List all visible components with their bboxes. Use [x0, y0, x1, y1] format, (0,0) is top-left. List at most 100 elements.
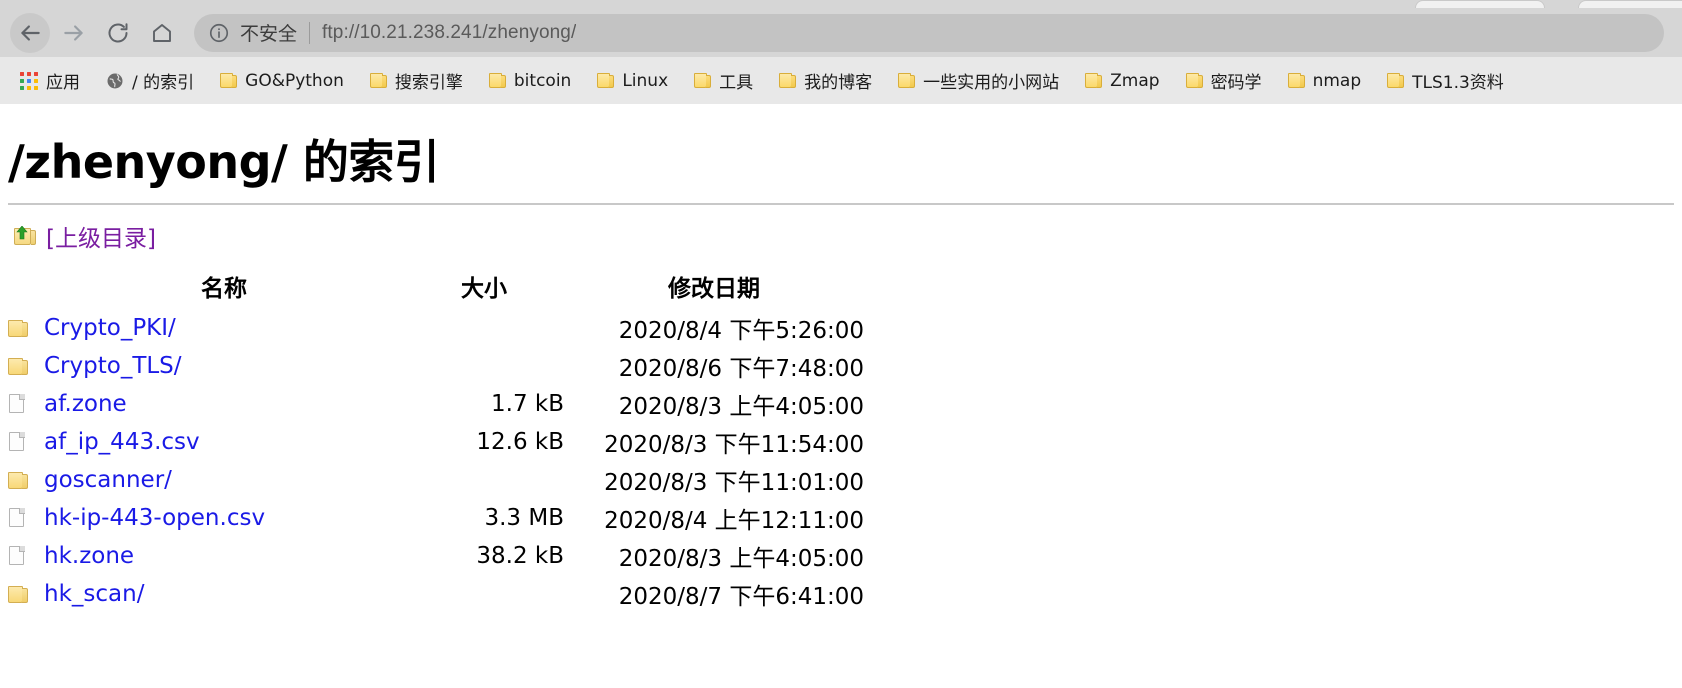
tab-fragment[interactable]	[1415, 0, 1545, 8]
bookmark-useful-sites[interactable]: 一些实用的小网站	[892, 66, 1065, 96]
home-icon	[150, 21, 174, 45]
reload-button[interactable]	[98, 13, 138, 53]
row-date-cell: 2020/8/7 下午6:41:00	[618, 583, 864, 610]
page-title: /zhenyong/ 的索引	[8, 135, 440, 189]
info-circle-icon[interactable]	[208, 22, 230, 44]
table-header-row: 名称 大小 修改日期	[8, 269, 864, 309]
omnibox-separator	[309, 21, 311, 44]
bookmark-tls13-materials[interactable]: TLS1.3资料	[1381, 66, 1510, 96]
row-name-cell: hk-ip-443-open.csv	[44, 499, 404, 537]
browser-window: 不安全 ftp://10.21.238.241/zhenyong/ 应用 / 的…	[0, 0, 1682, 688]
row-date-cell: 2020/8/6 下午7:48:00	[618, 355, 864, 382]
tab-strip	[0, 0, 1682, 8]
folder-icon	[8, 584, 28, 604]
column-header-date[interactable]: 修改日期	[564, 269, 864, 309]
folder-icon	[779, 72, 797, 89]
table-row[interactable]: Crypto_TLS/ 2020/8/6 下午7:48:00	[8, 347, 864, 385]
bookmark-apps[interactable]: 应用	[14, 66, 86, 96]
folder-icon	[8, 356, 28, 376]
header-icon-spacer	[8, 269, 44, 309]
bookmark-label: 密码学	[1210, 73, 1262, 93]
bookmark-label: / 的索引	[132, 73, 195, 93]
row-icon-cell	[8, 423, 44, 461]
row-date-cell: 2020/8/3 下午11:01:00	[604, 469, 864, 496]
bookmark-label: 我的博客	[804, 73, 873, 93]
row-size-cell: 3.3 MB	[484, 504, 564, 531]
ftp-directory-listing: /zhenyong/ 的索引 [上级目录] 名称 大小 修改日期 Crypto_…	[0, 136, 1682, 688]
bookmark-tools[interactable]: 工具	[688, 66, 759, 96]
bookmark-root-index[interactable]: / 的索引	[100, 66, 200, 96]
parent-directory-link[interactable]: [上级目录]	[46, 219, 156, 253]
row-date-cell: 2020/8/3 下午11:54:00	[604, 431, 864, 458]
row-name-cell: hk_scan/	[44, 575, 404, 613]
folder-icon	[1185, 72, 1203, 89]
title-divider	[8, 202, 1674, 205]
folder-icon	[1085, 72, 1103, 89]
row-size-cell	[404, 347, 564, 385]
apps-grid-icon	[20, 71, 38, 90]
table-row[interactable]: Crypto_PKI/ 2020/8/4 下午5:26:00	[8, 309, 864, 347]
folder-icon	[597, 72, 615, 89]
column-header-size[interactable]: 大小	[404, 269, 564, 309]
row-name-cell: af.zone	[44, 385, 404, 423]
parent-directory-row[interactable]: [上级目录]	[14, 219, 1682, 253]
bookmark-go-python[interactable]: GO&Python	[214, 66, 350, 96]
row-name-cell: goscanner/	[44, 461, 404, 499]
entry-link[interactable]: Crypto_TLS/	[44, 353, 182, 379]
table-row[interactable]: hk.zone 38.2 kB 2020/8/3 上午4:05:00	[8, 537, 864, 575]
bookmark-label: Linux	[622, 70, 669, 91]
forward-button[interactable]	[54, 13, 94, 53]
url-text[interactable]: ftp://10.21.238.241/zhenyong/	[322, 22, 576, 44]
row-size-cell	[404, 461, 564, 499]
bookmark-my-blog[interactable]: 我的博客	[773, 66, 878, 96]
file-icon	[8, 545, 28, 567]
bookmark-linux[interactable]: Linux	[591, 66, 674, 96]
back-button[interactable]	[10, 12, 50, 53]
table-row[interactable]: goscanner/ 2020/8/3 下午11:01:00	[8, 461, 864, 499]
table-row[interactable]: hk-ip-443-open.csv 3.3 MB 2020/8/4 上午12:…	[8, 499, 864, 537]
row-name-cell: Crypto_PKI/	[44, 309, 404, 347]
row-size-cell	[404, 309, 564, 347]
bookmark-label: bitcoin	[513, 70, 572, 91]
security-status-text: 不安全	[240, 23, 298, 45]
entry-link[interactable]: hk_scan/	[44, 581, 144, 607]
up-directory-icon	[14, 225, 36, 247]
reload-icon	[106, 21, 130, 45]
table-row[interactable]: af_ip_443.csv 12.6 kB 2020/8/3 下午11:54:0…	[8, 423, 864, 461]
entry-link[interactable]: Crypto_PKI/	[44, 315, 176, 341]
bookmark-zmap[interactable]: Zmap	[1079, 66, 1165, 96]
bookmark-nmap[interactable]: nmap	[1282, 66, 1368, 96]
table-row[interactable]: hk_scan/ 2020/8/7 下午6:41:00	[8, 575, 864, 613]
bookmark-bitcoin[interactable]: bitcoin	[483, 66, 577, 96]
bookmark-cryptography[interactable]: 密码学	[1180, 66, 1268, 96]
home-button[interactable]	[142, 13, 182, 53]
back-arrow-icon	[17, 20, 43, 46]
tab-fragment[interactable]	[1578, 0, 1682, 8]
entry-link[interactable]: af.zone	[44, 391, 127, 417]
browser-toolbar: 不安全 ftp://10.21.238.241/zhenyong/	[0, 8, 1682, 57]
bookmark-label: TLS1.3资料	[1412, 73, 1504, 93]
row-icon-cell	[8, 347, 44, 385]
table-row[interactable]: af.zone 1.7 kB 2020/8/3 上午4:05:00	[8, 385, 864, 423]
entry-link[interactable]: goscanner/	[44, 467, 172, 493]
address-bar[interactable]: 不安全 ftp://10.21.238.241/zhenyong/	[194, 13, 1664, 52]
row-date-cell: 2020/8/4 上午12:11:00	[604, 507, 864, 534]
bookmark-label: 搜索引擎	[394, 73, 463, 93]
row-icon-cell	[8, 309, 44, 347]
row-icon-cell	[8, 461, 44, 499]
row-date-cell: 2020/8/3 上午4:05:00	[618, 393, 864, 420]
row-name-cell: af_ip_443.csv	[44, 423, 404, 461]
column-header-name[interactable]: 名称	[44, 269, 404, 309]
folder-icon	[1287, 72, 1305, 89]
folder-icon	[8, 470, 28, 490]
row-size-cell	[404, 575, 564, 613]
entry-link[interactable]: af_ip_443.csv	[44, 429, 200, 455]
row-date-cell: 2020/8/3 上午4:05:00	[618, 545, 864, 572]
entry-link[interactable]: hk-ip-443-open.csv	[44, 505, 265, 531]
entry-link[interactable]: hk.zone	[44, 543, 134, 569]
row-icon-cell	[8, 575, 44, 613]
bookmark-search-engines[interactable]: 搜索引擎	[364, 66, 469, 96]
forward-arrow-icon	[61, 20, 87, 46]
folder-icon	[8, 318, 28, 338]
file-icon	[8, 431, 28, 453]
